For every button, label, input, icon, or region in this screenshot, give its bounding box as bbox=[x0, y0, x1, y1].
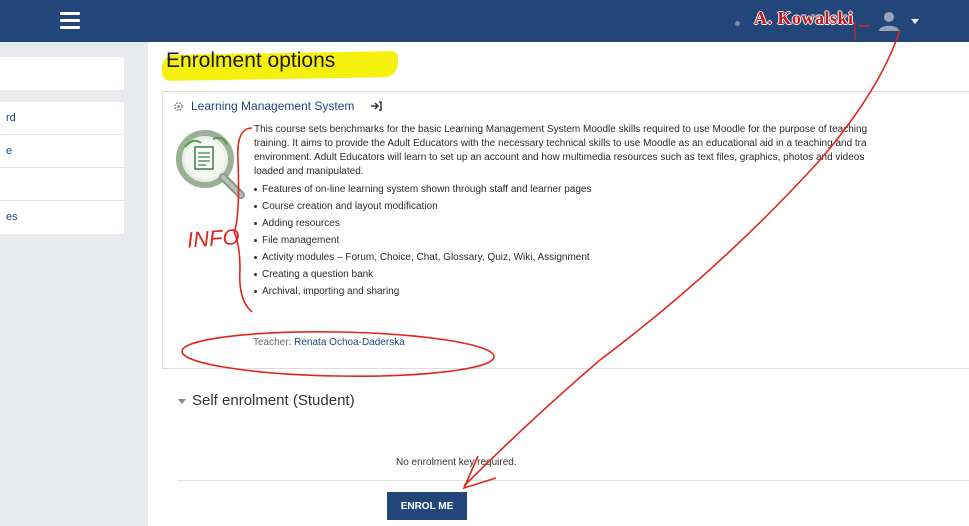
notification-dot-icon[interactable] bbox=[735, 21, 740, 26]
course-icon bbox=[174, 102, 183, 111]
top-navbar: A. Kowalski bbox=[0, 0, 969, 42]
list-item: Archival, importing and sharing bbox=[254, 283, 969, 300]
list-item: Features of on-line learning system show… bbox=[254, 181, 969, 198]
collapse-chevron-icon[interactable] bbox=[178, 399, 186, 404]
drawer-item-dashboard[interactable]: rd bbox=[0, 102, 124, 135]
user-avatar-icon[interactable] bbox=[878, 10, 900, 32]
course-name-link[interactable]: Learning Management System bbox=[191, 99, 354, 113]
summary-line: environment. Adult Educators will learn … bbox=[254, 152, 865, 163]
list-item: Adding resources bbox=[254, 215, 969, 232]
page: A. Kowalski rd e es Enrolment options Le… bbox=[0, 0, 969, 526]
list-item: Course creation and layout modification bbox=[254, 198, 969, 215]
drawer-nav-list: rd e es bbox=[0, 102, 124, 234]
list-item: Creating a question bank bbox=[254, 266, 969, 283]
course-teacher: Teacher: Renata Ochoa-Daderska bbox=[253, 337, 405, 348]
hamburger-menu-icon[interactable] bbox=[60, 11, 80, 29]
drawer-item-private-files[interactable]: es bbox=[0, 201, 124, 233]
summary-line: loaded and manipulated. bbox=[254, 166, 364, 177]
teacher-name-link[interactable]: Renata Ochoa-Daderska bbox=[294, 337, 405, 348]
page-title: Enrolment options bbox=[166, 49, 336, 72]
drawer-item-calendar[interactable] bbox=[0, 168, 124, 201]
self-enrolment-section: Self enrolment (Student) No enrolment ke… bbox=[178, 390, 969, 520]
enrolment-method-heading[interactable]: Self enrolment (Student) bbox=[192, 392, 355, 409]
course-image-magnifier bbox=[176, 130, 245, 199]
drawer-item-site-home[interactable]: e bbox=[0, 135, 124, 168]
course-topics-list: Features of on-line learning system show… bbox=[254, 181, 969, 300]
list-item: File management bbox=[254, 232, 969, 249]
no-enrolment-key-text: No enrolment key required. bbox=[396, 457, 517, 468]
teacher-label: Teacher: bbox=[253, 337, 295, 348]
drawer-header-box bbox=[0, 57, 124, 90]
summary-line: training. It aims to provide the Adult E… bbox=[254, 138, 867, 149]
enrol-me-button[interactable]: ENROL ME bbox=[387, 492, 467, 520]
main-content: Enrolment options Learning Management Sy… bbox=[148, 42, 969, 526]
course-info-box: Learning Management System This course s… bbox=[162, 91, 969, 369]
enter-course-icon[interactable] bbox=[371, 101, 382, 111]
section-divider bbox=[178, 480, 969, 481]
course-summary: This course sets benchmarks for the basi… bbox=[254, 123, 969, 300]
nav-drawer: rd e es bbox=[0, 42, 148, 526]
list-item: Activity modules – Forum, Choice, Chat, … bbox=[254, 249, 969, 266]
summary-line: This course sets benchmarks for the basi… bbox=[254, 124, 868, 135]
chevron-down-icon[interactable] bbox=[911, 19, 919, 24]
user-menu[interactable]: A. Kowalski bbox=[728, 6, 928, 36]
user-name[interactable]: A. Kowalski bbox=[754, 8, 854, 29]
